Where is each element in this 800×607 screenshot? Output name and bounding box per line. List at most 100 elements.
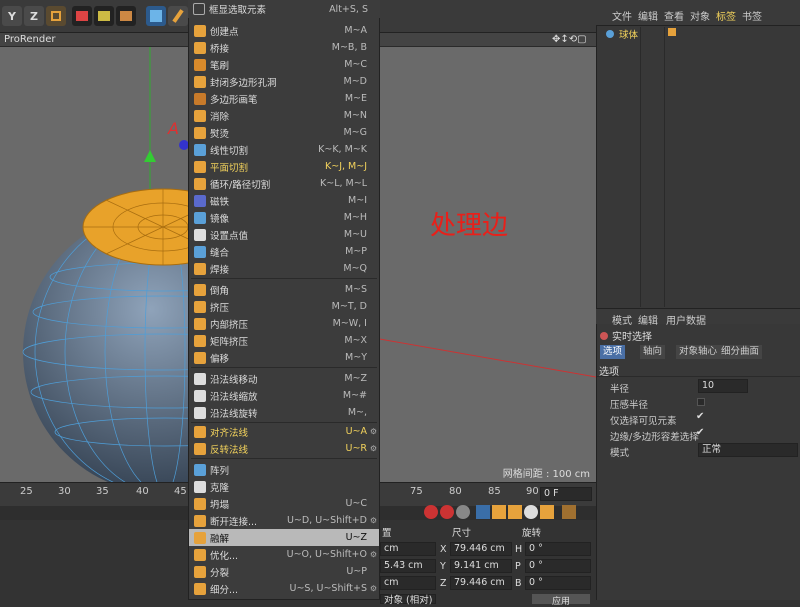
menu-view[interactable]: 查看	[664, 8, 684, 23]
menu-item[interactable]: 设置点值 M~U	[189, 226, 379, 243]
prop-radius-field[interactable]: 10	[698, 379, 748, 393]
prop-visible-only-checkbox[interactable]: ✔	[696, 411, 704, 422]
options-gear-icon[interactable]: ⚙	[370, 427, 377, 436]
menu-file[interactable]: 文件	[612, 8, 632, 23]
menu-item[interactable]: 多边形画笔 M~E	[189, 90, 379, 107]
move-key-icon[interactable]	[476, 505, 490, 519]
menu-tags[interactable]: 标签	[716, 8, 736, 23]
tab-object-axis[interactable]: 对象轴心	[676, 345, 721, 359]
object-row[interactable]: 球体	[600, 27, 795, 41]
timeline-tick: 35	[96, 486, 109, 497]
viewport-nav-icons[interactable]: ✥↕⟲▢	[552, 33, 587, 47]
prop-tolerance-checkbox[interactable]: ✔	[696, 427, 704, 438]
coordinate-system-button[interactable]	[46, 6, 66, 26]
menu-object[interactable]: 对象	[690, 8, 710, 23]
menu-user-data[interactable]: 用户数据	[666, 312, 706, 327]
menu-item[interactable]: 偏移 M~Y	[189, 349, 379, 366]
tab-subdivision[interactable]: 细分曲面	[718, 345, 763, 359]
menu-item[interactable]: 磁铁 M~I	[189, 192, 379, 209]
menu-item[interactable]: 挤压 M~T, D	[189, 298, 379, 315]
tab-axis[interactable]: 轴向	[640, 345, 666, 359]
position-x-field[interactable]: cm	[380, 542, 436, 556]
grid-key-icon[interactable]	[540, 505, 554, 519]
menu-item[interactable]: 阵列	[189, 461, 379, 478]
record-auto-icon[interactable]	[440, 505, 454, 519]
menu-item-icon	[194, 177, 206, 190]
rotate-key-icon[interactable]	[492, 505, 506, 519]
menu-header-row[interactable]: 框显选取元素 Alt+S, S	[188, 0, 380, 18]
pen-button[interactable]	[168, 6, 188, 26]
menu-item[interactable]: 沿法线旋转 M~,	[189, 404, 379, 421]
options-gear-icon[interactable]: ⚙	[370, 444, 377, 453]
render-settings-button[interactable]	[116, 6, 136, 26]
menu-item[interactable]: 循环/路径切割 K~L, M~L	[189, 175, 379, 192]
menu-attr-edit[interactable]: 编辑	[638, 312, 658, 327]
menu-item[interactable]: 细分... U~S, U~Shift+S ⚙	[189, 580, 379, 597]
menu-item[interactable]: 桥接 M~B, B	[189, 39, 379, 56]
options-gear-icon[interactable]: ⚙	[370, 584, 377, 593]
menu-item-shortcut: U~D, U~Shift+D	[286, 515, 367, 526]
menu-item-icon	[194, 262, 206, 275]
menu-item[interactable]: 克隆	[189, 478, 379, 495]
record-icon[interactable]	[424, 505, 438, 519]
menu-item[interactable]: 沿法线缩放 M~#	[189, 387, 379, 404]
menu-item-label: 克隆	[210, 482, 230, 494]
menu-item[interactable]: 分裂 U~P	[189, 563, 379, 580]
options-gear-icon[interactable]: ⚙	[370, 516, 377, 525]
menu-item[interactable]: 内部挤压 M~W, I	[189, 315, 379, 332]
options-gear-icon[interactable]: ⚙	[370, 550, 377, 559]
render-view-button[interactable]	[72, 6, 92, 26]
menu-item[interactable]: 对齐法线 U~A ⚙	[189, 423, 379, 440]
menu-item[interactable]: 熨烫 M~G	[189, 124, 379, 141]
menu-bookmarks[interactable]: 书签	[742, 8, 762, 23]
menu-item-shortcut: M~C	[344, 59, 367, 70]
menu-item[interactable]: 倒角 M~S	[189, 281, 379, 298]
film-icon[interactable]	[562, 505, 576, 519]
coord-mode-select[interactable]: 对象 (相对)	[380, 594, 436, 606]
position-y-field[interactable]: 5.43 cm	[380, 559, 436, 573]
menu-item[interactable]: 创建点 M~A	[189, 22, 379, 39]
rot-h-field[interactable]: 0 °	[525, 542, 591, 556]
coords-header-size: 尺寸	[452, 528, 472, 539]
size-z-field[interactable]: 79.446 cm	[450, 576, 512, 590]
size-y-field[interactable]: 9.141 cm	[450, 559, 512, 573]
menu-item[interactable]: 优化... U~O, U~Shift+O ⚙	[189, 546, 379, 563]
tab-options[interactable]: 选项	[600, 345, 626, 359]
object-name[interactable]: 球体	[619, 30, 638, 41]
position-z-field[interactable]: cm	[380, 576, 436, 590]
prop-mode-select[interactable]: 正常	[698, 443, 798, 457]
menu-item[interactable]: 反转法线 U~R ⚙	[189, 440, 379, 457]
menu-item[interactable]: 消除 M~N	[189, 107, 379, 124]
menu-item[interactable]: 笔刷 M~C	[189, 56, 379, 73]
menu-item[interactable]: 沿法线移动 M~Z	[189, 370, 379, 387]
menu-item[interactable]: 坍塌 U~C	[189, 495, 379, 512]
prop-pressure-checkbox[interactable]	[697, 398, 705, 406]
menu-item[interactable]: 矩阵挤压 M~X	[189, 332, 379, 349]
frame-field[interactable]: 0 F	[540, 487, 592, 501]
cube-button[interactable]	[146, 6, 166, 26]
keyframe-icon[interactable]	[456, 505, 470, 519]
rot-p-field[interactable]: 0 °	[525, 559, 591, 573]
size-x-label: X	[440, 544, 447, 555]
menu-item[interactable]: 断开连接... U~D, U~Shift+D ⚙	[189, 512, 379, 529]
menu-item[interactable]: 镜像 M~H	[189, 209, 379, 226]
menu-item[interactable]: 融解 U~Z	[189, 529, 379, 546]
render-button[interactable]	[94, 6, 114, 26]
rot-b-field[interactable]: 0 °	[525, 576, 591, 590]
menu-item[interactable]: 缝合 M~P	[189, 243, 379, 260]
menu-edit[interactable]: 编辑	[638, 8, 658, 23]
size-x-field[interactable]: 79.446 cm	[450, 542, 512, 556]
menu-mode[interactable]: 模式	[612, 312, 632, 327]
param-key-icon[interactable]	[524, 505, 538, 519]
menu-item[interactable]: 焊接 M~Q	[189, 260, 379, 277]
z-axis-button[interactable]: Z	[24, 6, 44, 26]
z-axis-label: Z	[30, 9, 38, 23]
apply-button[interactable]: 应用	[532, 594, 590, 607]
menu-item-icon	[194, 143, 206, 156]
menu-item[interactable]: 平面切割 K~J, M~J	[189, 158, 379, 175]
scale-key-icon[interactable]	[508, 505, 522, 519]
y-axis-button[interactable]: Y	[2, 6, 22, 26]
menu-item[interactable]: 封闭多边形孔洞 M~D	[189, 73, 379, 90]
menu-item[interactable]: 线性切割 K~K, M~K	[189, 141, 379, 158]
menu-item-shortcut: K~J, M~J	[325, 161, 367, 172]
